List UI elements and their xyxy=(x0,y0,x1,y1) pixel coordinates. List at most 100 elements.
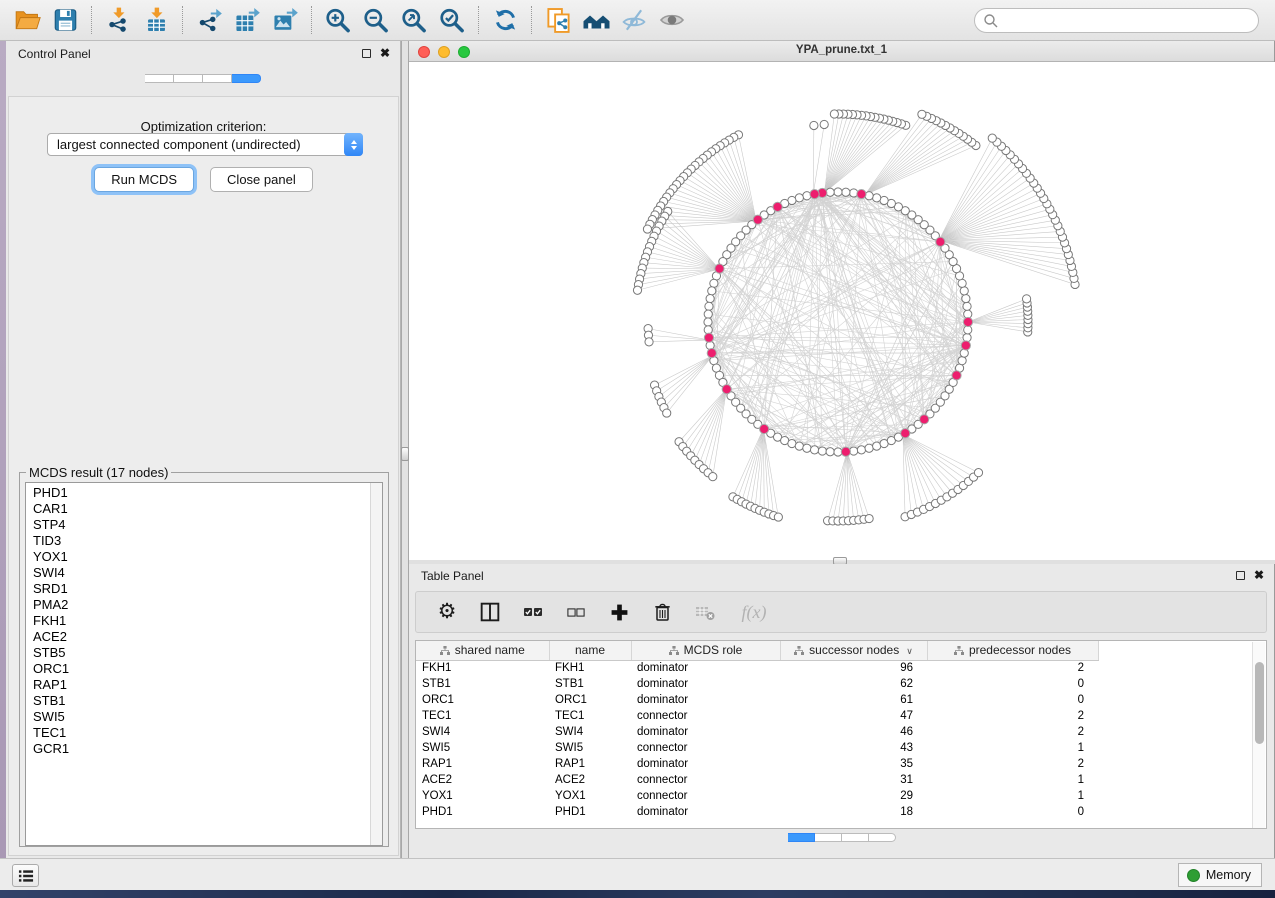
show-task-history-button[interactable] xyxy=(12,864,39,887)
save-session-button[interactable] xyxy=(46,3,84,37)
column-header[interactable]: shared name xyxy=(416,641,549,660)
zoom-out-icon xyxy=(362,7,390,34)
memory-button[interactable]: Memory xyxy=(1178,863,1262,887)
table-row[interactable]: PHD1PHD1dominator 180 xyxy=(416,804,1254,820)
network-window-titlebar[interactable]: YPA_prune.txt_1 xyxy=(409,41,1274,62)
control-panel-tab[interactable] xyxy=(145,74,174,83)
table-row[interactable]: FKH1FKH1dominator 962 xyxy=(416,660,1254,676)
table-toolbar: ⚙ xyxy=(415,591,1267,633)
zoom-fit-button[interactable] xyxy=(395,3,433,37)
zoom-selected-button[interactable] xyxy=(433,3,471,37)
close-panel-icon[interactable]: ✖ xyxy=(380,49,390,58)
eye-icon xyxy=(658,7,686,33)
import-network-button[interactable] xyxy=(99,3,137,37)
attribute-tree-icon xyxy=(954,646,964,655)
status-bar: Memory xyxy=(0,858,1275,890)
column-header[interactable]: name xyxy=(549,641,631,660)
refresh-button[interactable] xyxy=(486,3,524,37)
column-header[interactable]: predecessor nodes xyxy=(927,641,1098,660)
mcds-result-item[interactable]: RAP1 xyxy=(33,677,382,693)
table-row[interactable]: SWI4SWI4dominator 462 xyxy=(416,724,1254,740)
table-tab[interactable] xyxy=(842,833,869,842)
mcds-result-item[interactable]: YOX1 xyxy=(33,549,382,565)
table-scrollbar-thumb[interactable] xyxy=(1255,662,1264,744)
table-row[interactable]: ACE2ACE2connector 311 xyxy=(416,772,1254,788)
mcds-result-item[interactable]: STP4 xyxy=(33,517,382,533)
duplicate-network-button[interactable] xyxy=(539,3,577,37)
table-scrollbar[interactable] xyxy=(1252,642,1265,828)
toolbar-separator xyxy=(478,6,479,34)
mcds-result-item[interactable]: ACE2 xyxy=(33,629,382,645)
mcds-list-scrollbar[interactable] xyxy=(370,483,382,845)
import-table-button[interactable] xyxy=(137,3,175,37)
table-tab[interactable] xyxy=(815,833,842,842)
hide-columns-button[interactable] xyxy=(565,601,587,623)
table-row[interactable]: YOX1YOX1connector 291 xyxy=(416,788,1254,804)
table-header-row: shared name name MCDS role xyxy=(416,641,1254,660)
table-tab[interactable] xyxy=(788,833,815,842)
fx-icon: f(x) xyxy=(742,602,767,623)
table-panel-title: Table Panel xyxy=(409,564,1274,588)
search-input[interactable] xyxy=(974,8,1259,33)
vertical-splitter[interactable] xyxy=(401,41,409,858)
mcds-result-item[interactable]: TID3 xyxy=(33,533,382,549)
close-panel-icon[interactable]: ✖ xyxy=(1254,571,1264,580)
control-panel-tab[interactable] xyxy=(232,74,261,83)
control-panel-tab[interactable] xyxy=(203,74,232,83)
export-table-button[interactable] xyxy=(228,3,266,37)
table-row[interactable]: STB1STB1dominator 620 xyxy=(416,676,1254,692)
mcds-result-fieldset: MCDS result (17 nodes) PHD1CAR1STP4TID3Y… xyxy=(19,465,389,847)
close-panel-button[interactable]: Close panel xyxy=(210,167,313,192)
zoom-out-button[interactable] xyxy=(357,3,395,37)
float-panel-icon[interactable] xyxy=(1236,571,1245,580)
table-row[interactable]: SWI5SWI5connector 431 xyxy=(416,740,1254,756)
zoom-in-button[interactable] xyxy=(319,3,357,37)
toolbar-separator xyxy=(182,6,183,34)
toolbar-separator xyxy=(311,6,312,34)
first-neighbors-button[interactable] xyxy=(577,3,615,37)
column-layout-button[interactable] xyxy=(479,601,501,623)
table-row[interactable]: TEC1TEC1connector 472 xyxy=(416,708,1254,724)
export-network-button[interactable] xyxy=(190,3,228,37)
hide-selected-button[interactable] xyxy=(615,3,653,37)
export-image-button[interactable] xyxy=(266,3,304,37)
splitter-handle[interactable] xyxy=(401,447,409,461)
table-panel: Table Panel ✖ ⚙ xyxy=(409,564,1275,858)
show-columns-button[interactable] xyxy=(522,601,544,623)
attribute-tree-icon xyxy=(794,646,804,655)
network-canvas[interactable] xyxy=(409,62,1275,560)
table-row[interactable]: ORC1ORC1dominator 610 xyxy=(416,692,1254,708)
open-file-button[interactable] xyxy=(8,3,46,37)
table-tab[interactable] xyxy=(869,833,896,842)
float-panel-icon[interactable] xyxy=(362,49,371,58)
criterion-dropdown[interactable]: largest connected component (undirected) xyxy=(47,133,363,156)
show-all-button[interactable] xyxy=(653,3,691,37)
mcds-result-item[interactable]: PMA2 xyxy=(33,597,382,613)
mcds-result-item[interactable]: CAR1 xyxy=(33,501,382,517)
mcds-result-item[interactable]: PHD1 xyxy=(33,485,382,501)
mcds-result-item[interactable]: ORC1 xyxy=(33,661,382,677)
mcds-result-item[interactable]: SRD1 xyxy=(33,581,382,597)
add-row-button[interactable] xyxy=(608,601,630,623)
mcds-result-item[interactable]: STB1 xyxy=(33,693,382,709)
mcds-result-item[interactable]: SWI4 xyxy=(33,565,382,581)
function-builder-button[interactable]: f(x) xyxy=(737,601,771,623)
delete-row-button[interactable] xyxy=(651,601,673,623)
memory-label: Memory xyxy=(1206,868,1251,882)
table-settings-button[interactable]: ⚙ xyxy=(436,601,458,623)
column-header[interactable]: successor nodes∨ xyxy=(780,641,927,660)
network-view-window: YPA_prune.txt_1 xyxy=(409,41,1275,560)
mcds-result-item[interactable]: FKH1 xyxy=(33,613,382,629)
column-header[interactable]: MCDS role xyxy=(631,641,780,660)
mcds-result-item[interactable]: STB5 xyxy=(33,645,382,661)
mcds-result-item[interactable]: SWI5 xyxy=(33,709,382,725)
run-mcds-button[interactable]: Run MCDS xyxy=(94,167,194,192)
mcds-result-item[interactable]: TEC1 xyxy=(33,725,382,741)
application-window: Control Panel ✖ Optimization criterion: … xyxy=(0,0,1275,898)
eye-slash-icon xyxy=(620,7,648,33)
control-panel-tab[interactable] xyxy=(174,74,203,83)
optimization-criterion-label: Optimization criterion: xyxy=(9,119,398,134)
delete-table-button[interactable] xyxy=(694,601,716,623)
mcds-result-item[interactable]: GCR1 xyxy=(33,741,382,757)
table-row[interactable]: RAP1RAP1dominator 352 xyxy=(416,756,1254,772)
